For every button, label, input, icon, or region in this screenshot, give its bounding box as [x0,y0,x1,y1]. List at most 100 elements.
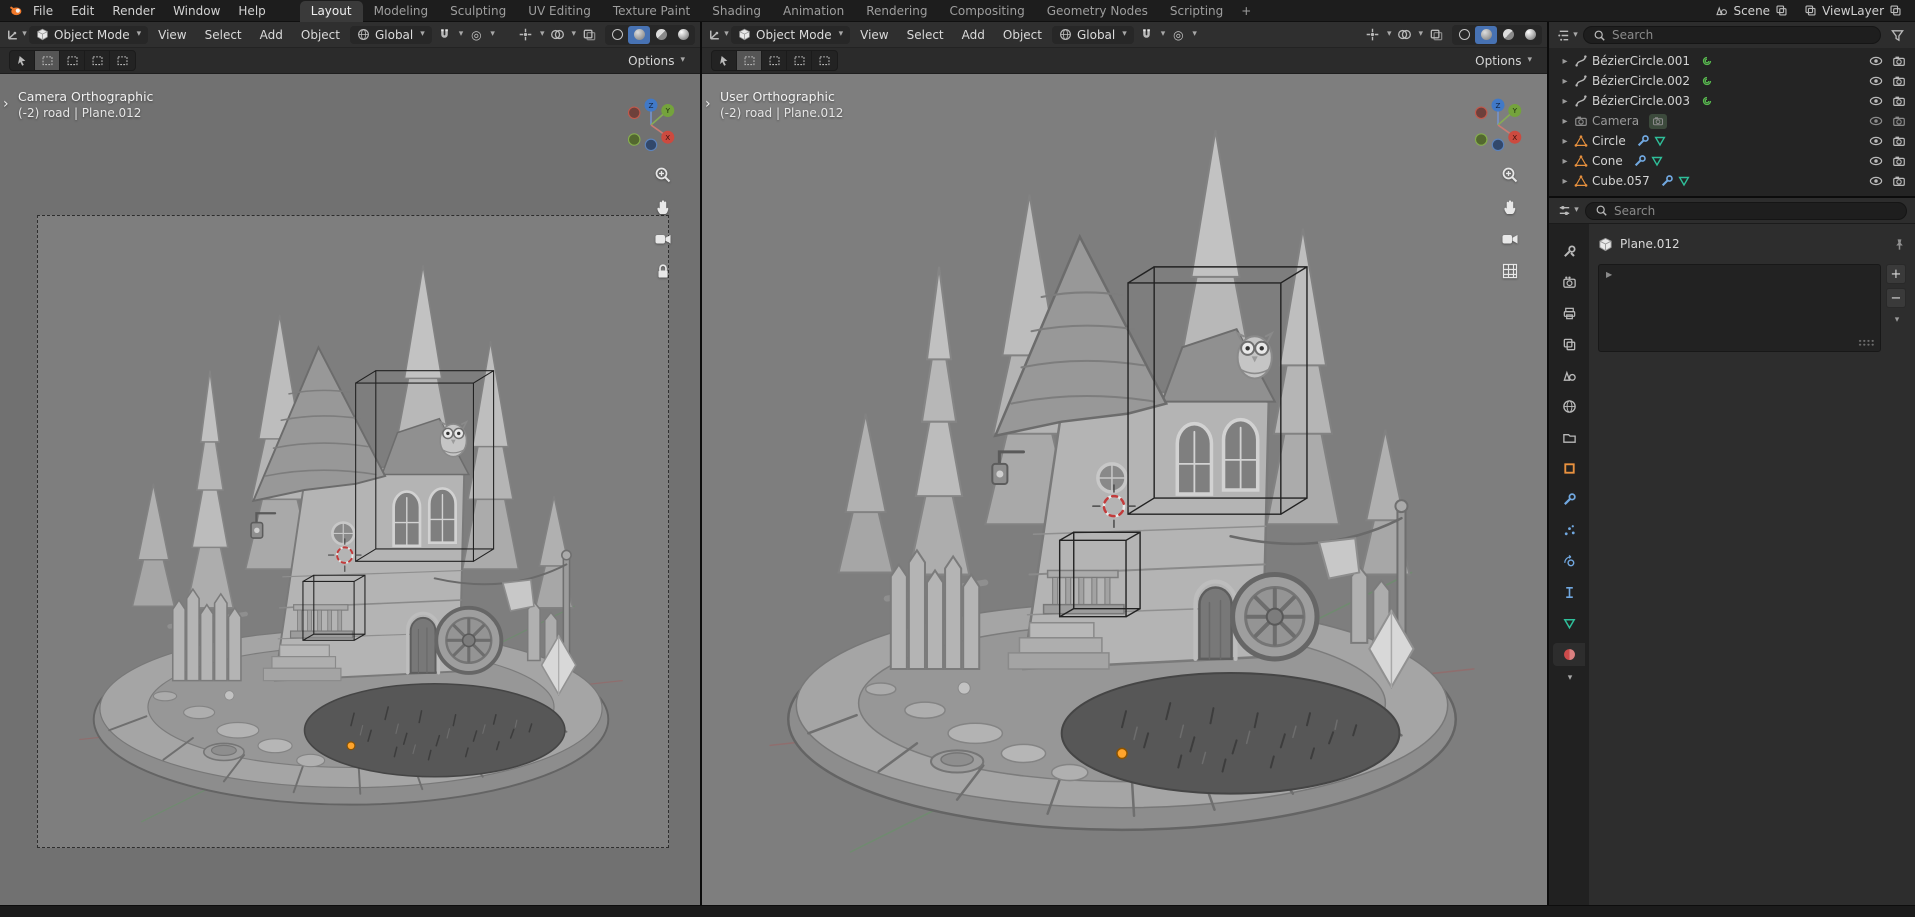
select-mode-new-button[interactable] [737,51,762,70]
properties-tab-scene[interactable] [1553,364,1585,387]
gizmo-dropdown[interactable]: ▾ [540,30,545,39]
snapping-toggle[interactable] [434,25,456,45]
breadcrumb-object-name[interactable]: Plane.012 [1620,237,1680,251]
list-resize-grip[interactable] [1858,339,1875,347]
properties-tab-collection[interactable] [1553,426,1585,449]
outliner-row[interactable]: ▸ BézierCircle.001 [1549,51,1915,71]
select-mode-extend-button[interactable] [60,51,85,70]
new-scene-icon[interactable] [1775,4,1788,17]
outliner-item-name[interactable]: Circle [1592,134,1626,148]
toolbar-expand-arrow[interactable]: › [705,96,711,112]
select-menu[interactable]: Select [197,26,250,44]
ortho-grid-icon[interactable] [1501,262,1519,280]
tabs-overflow-icon[interactable]: ▾ [1568,674,1573,683]
shading-material-button[interactable] [650,26,672,44]
outliner-row[interactable]: ▸ BézierCircle.002 [1549,71,1915,91]
properties-tab-modifiers[interactable] [1553,488,1585,511]
workspace-tab-texture-paint[interactable]: Texture Paint [602,1,701,22]
navigation-gizmo[interactable] [622,96,680,154]
expand-arrow-icon[interactable]: ▸ [1560,56,1570,67]
toolbar-expand-arrow[interactable]: › [3,96,9,112]
outliner-item-name[interactable]: BézierCircle.003 [1592,94,1690,108]
properties-tab-output[interactable] [1553,302,1585,325]
select-mode-subtract-button[interactable] [787,51,812,70]
material-slot-list[interactable]: ▶ [1598,264,1881,352]
3d-viewport-canvas[interactable]: › Camera Orthographic (-2) road | Plane.… [0,74,700,905]
properties-tab-object[interactable] [1553,457,1585,480]
menu-help[interactable]: Help [230,2,273,20]
disable-render-camera-icon[interactable] [1892,154,1906,168]
object-mode-dropdown[interactable]: Object Mode▾ [29,26,148,44]
expand-arrow-icon[interactable]: ▸ [1560,136,1570,147]
workspace-tab-uv-editing[interactable]: UV Editing [517,1,602,22]
properties-search[interactable] [1585,202,1907,220]
properties-tab-render[interactable] [1553,271,1585,294]
view-menu[interactable]: View [852,26,896,44]
outliner-item-name[interactable]: Camera [1592,114,1639,128]
toggle-xray-button[interactable] [1425,25,1447,45]
outliner-item-name[interactable]: Cube.057 [1592,174,1650,188]
pan-hand-icon[interactable] [1501,198,1519,216]
expand-arrow-icon[interactable]: ▸ [1560,116,1570,127]
shading-solid-button[interactable] [1475,26,1497,44]
navigation-gizmo[interactable] [1469,96,1527,154]
proportional-editing-toggle[interactable]: ◎ [465,25,487,45]
outliner-row[interactable]: ▸ Camera [1549,111,1915,131]
scene-selector[interactable]: Scene [1710,3,1793,19]
properties-tab-particles[interactable] [1553,519,1585,542]
workspace-tab-sculpting[interactable]: Sculpting [439,1,517,22]
object-mode-dropdown[interactable]: Object Mode▾ [731,26,850,44]
select-mode-new-button[interactable] [35,51,60,70]
proportional-dropdown[interactable]: ▾ [1192,30,1197,39]
show-overlays-toggle[interactable] [546,25,568,45]
disable-render-camera-icon[interactable] [1892,134,1906,148]
outliner-item-name[interactable]: BézierCircle.002 [1592,74,1690,88]
outliner-item-name[interactable]: Cone [1592,154,1623,168]
select-mode-tweak-button[interactable] [712,51,737,70]
snapping-toggle[interactable] [1136,25,1158,45]
view-layer-selector[interactable]: ViewLayer [1799,3,1907,19]
hide-viewport-eye-icon[interactable] [1869,174,1883,188]
outliner-item-name[interactable]: BézierCircle.001 [1592,54,1690,68]
editor-type-button[interactable]: ▾ [5,25,27,45]
properties-editor-type-button[interactable]: ▾ [1557,201,1579,221]
camera-view-icon[interactable] [654,230,672,248]
select-menu[interactable]: Select [899,26,952,44]
object-menu[interactable]: Object [293,26,348,44]
hide-viewport-eye-icon[interactable] [1869,54,1883,68]
disable-render-camera-icon[interactable] [1892,174,1906,188]
menu-file[interactable]: File [25,2,61,20]
select-mode-intersect-button[interactable] [812,51,837,70]
menu-render[interactable]: Render [104,2,163,20]
properties-tab-constraints[interactable] [1553,581,1585,604]
shading-wireframe-button[interactable] [1453,26,1475,44]
remove-slot-button[interactable]: − [1886,288,1906,308]
disable-render-camera-icon[interactable] [1892,114,1906,128]
shading-material-button[interactable] [1497,26,1519,44]
view-menu[interactable]: View [150,26,194,44]
select-mode-extend-button[interactable] [762,51,787,70]
properties-tab-tool[interactable] [1553,240,1585,263]
outliner-row[interactable]: ▸ BézierCircle.003 [1549,91,1915,111]
properties-tab-material[interactable] [1553,643,1585,666]
gizmo-dropdown[interactable]: ▾ [1387,30,1392,39]
select-mode-subtract-button[interactable] [85,51,110,70]
overlays-dropdown[interactable]: ▾ [571,30,576,39]
slot-specials-dropdown[interactable]: ▾ [1895,316,1900,325]
outliner-editor-type-button[interactable]: ▾ [1556,25,1578,45]
camera-view-icon[interactable] [1501,230,1519,248]
zoom-icon[interactable] [654,166,672,184]
properties-tab-data[interactable] [1553,612,1585,635]
show-overlays-toggle[interactable] [1393,25,1415,45]
shading-solid-button[interactable] [628,26,650,44]
disable-render-camera-icon[interactable] [1892,74,1906,88]
select-mode-tweak-button[interactable] [10,51,35,70]
workspace-tab-shading[interactable]: Shading [701,1,772,22]
properties-tab-physics[interactable] [1553,550,1585,573]
add-menu[interactable]: Add [252,26,291,44]
blender-logo-icon[interactable] [8,3,23,18]
expand-arrow-icon[interactable]: ▸ [1560,76,1570,87]
show-gizmo-toggle[interactable] [1362,25,1384,45]
properties-tab-world[interactable] [1553,395,1585,418]
menu-edit[interactable]: Edit [63,2,102,20]
